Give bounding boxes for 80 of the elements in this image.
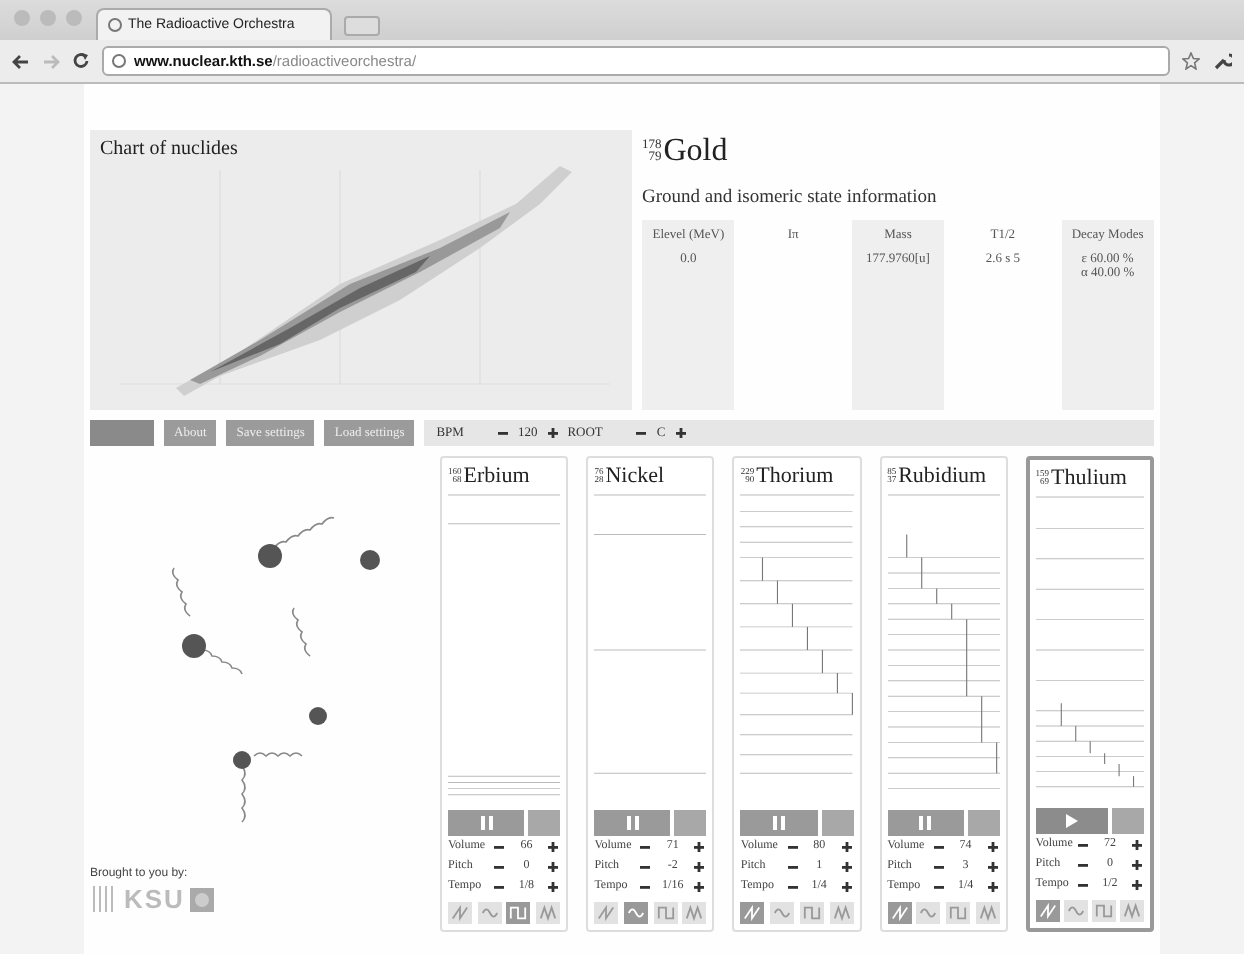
plus-button[interactable] <box>692 839 707 853</box>
wrench-icon[interactable] <box>1212 51 1232 71</box>
waveform-button[interactable] <box>799 902 824 924</box>
saw-wave-icon <box>1037 902 1058 920</box>
star-icon[interactable] <box>1182 52 1200 70</box>
plus-button[interactable] <box>546 879 561 893</box>
emblem-icon <box>190 887 215 911</box>
waveform-button[interactable] <box>623 902 648 924</box>
pause-icon <box>918 816 933 830</box>
sine-wave-icon <box>918 904 939 922</box>
saw-wave-icon <box>596 904 617 922</box>
waveform-button[interactable] <box>1063 900 1088 922</box>
plus-button[interactable] <box>839 859 854 873</box>
waveform-button[interactable] <box>975 902 1000 924</box>
saw-wave-icon <box>889 904 910 922</box>
square-wave-icon <box>1093 902 1114 920</box>
waveform-button[interactable] <box>506 902 531 924</box>
triangle-wave-icon <box>831 904 852 922</box>
sine-wave-icon <box>625 904 646 922</box>
triangle-wave-icon <box>684 904 705 922</box>
waveform-button[interactable] <box>477 902 502 924</box>
plus-button[interactable] <box>839 839 854 853</box>
plus-button[interactable] <box>985 879 1000 893</box>
chart-title: Chart of nuclides <box>100 138 240 160</box>
logo-text: KSU <box>124 884 185 914</box>
element-name: Thulium <box>1051 466 1127 490</box>
waveform-button[interactable] <box>829 902 854 924</box>
section-heading: Ground and isomeric state information <box>642 188 939 208</box>
waveform-button[interactable] <box>536 902 561 924</box>
pause-icon <box>479 816 494 830</box>
stripes-icon <box>90 886 118 912</box>
plus-button[interactable] <box>985 839 1000 853</box>
globe-icon <box>108 18 122 32</box>
square-wave-icon <box>655 904 676 922</box>
element-name: Thorium <box>756 464 834 488</box>
waveform-button[interactable] <box>682 902 707 924</box>
plus-button[interactable] <box>546 839 561 853</box>
triangle-wave-icon <box>977 904 998 922</box>
plus-button[interactable] <box>985 859 1000 873</box>
square-wave-icon <box>948 904 969 922</box>
reload-icon[interactable] <box>72 52 90 70</box>
back-icon[interactable] <box>12 53 30 69</box>
triangle-wave-icon <box>538 904 559 922</box>
saw-wave-icon <box>450 904 470 922</box>
waveform-button[interactable] <box>1091 900 1116 922</box>
waveform-button[interactable] <box>770 902 795 924</box>
waveform-button[interactable] <box>740 902 765 924</box>
waveform-button[interactable] <box>653 902 678 924</box>
plus-button[interactable] <box>1129 837 1144 851</box>
plus-button[interactable] <box>1129 877 1144 891</box>
plus-button[interactable] <box>545 426 560 440</box>
pause-icon <box>771 816 786 830</box>
plus-button[interactable] <box>546 859 561 873</box>
waveform-button[interactable] <box>594 902 619 924</box>
sine-wave-icon <box>1065 902 1086 920</box>
waveform-button[interactable] <box>916 902 941 924</box>
square-wave-icon <box>508 904 529 922</box>
square-wave-icon <box>801 904 822 922</box>
plus-button[interactable] <box>692 859 707 873</box>
plus-button[interactable] <box>673 426 688 440</box>
minus-button[interactable] <box>634 426 649 440</box>
play-icon <box>1064 814 1079 828</box>
waveform-button[interactable] <box>887 902 912 924</box>
plus-button[interactable] <box>839 879 854 893</box>
element-name: Rubidium <box>898 464 987 488</box>
triangle-wave-icon <box>1121 902 1142 920</box>
element-name: Erbium <box>463 464 530 488</box>
plus-button[interactable] <box>1129 857 1144 871</box>
waveform-button[interactable] <box>1035 900 1060 922</box>
waveform-button[interactable] <box>1119 900 1144 922</box>
minus-button[interactable] <box>495 426 510 440</box>
page-icon <box>112 54 126 68</box>
sine-wave-icon <box>479 904 500 922</box>
waveform-button[interactable] <box>946 902 971 924</box>
plus-button[interactable] <box>692 879 707 893</box>
saw-wave-icon <box>742 904 763 922</box>
element-name: Nickel <box>605 464 665 488</box>
pause-icon <box>625 816 640 830</box>
element-name: Gold <box>663 134 728 170</box>
sine-wave-icon <box>772 904 793 922</box>
